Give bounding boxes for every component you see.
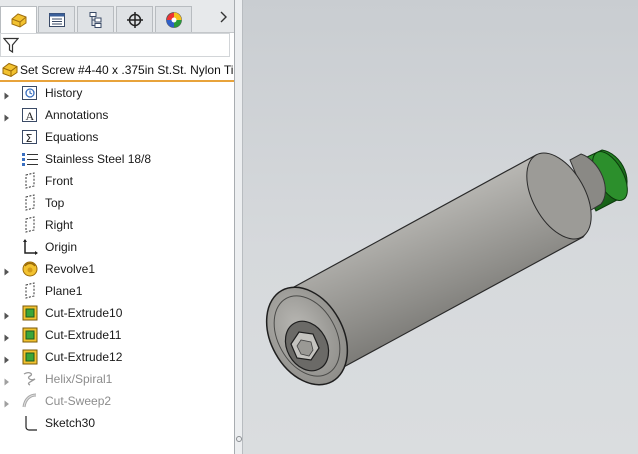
tab-configurationmanager[interactable] — [77, 6, 114, 32]
svg-text:Σ: Σ — [26, 132, 33, 145]
solidworks-window: Set Screw #4-40 x .375in St.St. Nylon Ti… — [0, 0, 638, 454]
display-manager-icon — [165, 11, 183, 29]
feature-filter-bar — [0, 33, 231, 57]
tree-item-helix-spiral1[interactable]: Helix/Spiral1 — [0, 368, 234, 390]
filter-icon[interactable] — [2, 37, 20, 57]
cut-extrude-icon — [21, 304, 39, 322]
tab-scroll-right-button[interactable] — [214, 8, 232, 28]
expand-arrow-icon[interactable] — [4, 89, 10, 100]
plane-icon — [21, 282, 39, 300]
tree-item-label: Helix/Spiral1 — [45, 372, 113, 386]
part-icon — [1, 60, 19, 80]
tab-displaymanager[interactable] — [155, 6, 192, 32]
tree-item-front[interactable]: Front — [0, 170, 234, 192]
expand-arrow-icon[interactable] — [4, 111, 10, 122]
revolve-icon — [21, 260, 39, 278]
tree-item-annotations[interactable]: A Annotations — [0, 104, 234, 126]
plane-icon — [21, 216, 39, 234]
part-root-item[interactable]: Set Screw #4-40 x .375in St.St. Nylon Ti… — [0, 60, 234, 82]
chevron-right-icon — [219, 11, 227, 26]
tree-item-label: Equations — [45, 130, 99, 144]
tree-item-label: Top — [45, 196, 65, 210]
tree-item-cut-extrude10[interactable]: Cut-Extrude10 — [0, 302, 234, 324]
plane-icon — [21, 172, 39, 190]
feature-tree: History A Annotations Σ Equations Stainless S… — [0, 82, 234, 434]
feature-tree-icon — [9, 11, 29, 29]
tree-item-label: Annotations — [45, 108, 109, 122]
tree-item-origin[interactable]: Origin — [0, 236, 234, 258]
part-name-label: Set Screw #4-40 x .375in St.St. Nylon Ti… — [20, 63, 234, 77]
expand-arrow-icon[interactable] — [4, 375, 10, 386]
tree-item-label: Front — [45, 174, 74, 188]
tree-item-revolve1[interactable]: Revolve1 — [0, 258, 234, 280]
tree-item-label: Revolve1 — [45, 262, 96, 276]
tree-item-label: Origin — [45, 240, 78, 254]
crosshair-icon — [126, 11, 144, 29]
cut-sweep-icon — [21, 392, 39, 410]
tree-item-history[interactable]: History — [0, 82, 234, 104]
expand-arrow-icon[interactable] — [4, 331, 10, 342]
tree-item-label: Cut-Extrude10 — [45, 306, 123, 320]
panel-splitter[interactable] — [235, 0, 243, 454]
material-icon — [21, 150, 39, 168]
tab-dimxpertmanager[interactable] — [116, 6, 153, 32]
tree-item-label: Cut-Extrude11 — [45, 328, 122, 342]
cut-extrude-icon — [21, 326, 39, 344]
equations-icon: Σ — [21, 128, 39, 146]
tree-item-cut-sweep2[interactable]: Cut-Sweep2 — [0, 390, 234, 412]
cut-extrude-icon — [21, 348, 39, 366]
tree-item-plane1[interactable]: Plane1 — [0, 280, 234, 302]
tab-featuremanager[interactable] — [0, 6, 37, 33]
annotations-icon: A — [21, 106, 39, 124]
origin-icon — [21, 238, 39, 256]
expand-arrow-icon[interactable] — [4, 309, 10, 320]
tree-item-label: Sketch30 — [45, 416, 96, 430]
tree-item-top[interactable]: Top — [0, 192, 234, 214]
tree-item-stainless-steel-18-8[interactable]: Stainless Steel 18/8 — [0, 148, 234, 170]
svg-text:A: A — [26, 109, 35, 123]
tree-item-label: Right — [45, 218, 74, 232]
tree-item-label: Plane1 — [45, 284, 83, 298]
tree-item-cut-extrude12[interactable]: Cut-Extrude12 — [0, 346, 234, 368]
graphics-area[interactable] — [243, 0, 638, 454]
expand-arrow-icon[interactable] — [4, 353, 10, 364]
manager-tab-bar — [0, 0, 234, 33]
tree-item-label: History — [45, 86, 83, 100]
splitter-grip[interactable] — [236, 436, 242, 442]
tree-item-sketch30[interactable]: Sketch30 — [0, 412, 234, 434]
feature-manager-panel: Set Screw #4-40 x .375in St.St. Nylon Ti… — [0, 0, 234, 454]
tree-item-label: Cut-Extrude12 — [45, 350, 123, 364]
tree-item-label: Stainless Steel 18/8 — [45, 152, 152, 166]
history-icon — [21, 84, 39, 102]
expand-arrow-icon[interactable] — [4, 397, 10, 408]
tree-item-equations[interactable]: Σ Equations — [0, 126, 234, 148]
helix-icon — [21, 370, 39, 388]
expand-arrow-icon[interactable] — [4, 265, 10, 276]
tree-item-right[interactable]: Right — [0, 214, 234, 236]
filter-input[interactable] — [21, 36, 231, 56]
configuration-manager-icon — [87, 11, 105, 29]
tree-item-cut-extrude11[interactable]: Cut-Extrude11 — [0, 324, 234, 346]
property-manager-icon — [48, 12, 66, 28]
tree-item-label: Cut-Sweep2 — [45, 394, 112, 408]
set-screw-model-view[interactable] — [243, 0, 638, 454]
plane-icon — [21, 194, 39, 212]
sketch-icon — [21, 414, 39, 432]
tab-propertymanager[interactable] — [38, 6, 75, 32]
